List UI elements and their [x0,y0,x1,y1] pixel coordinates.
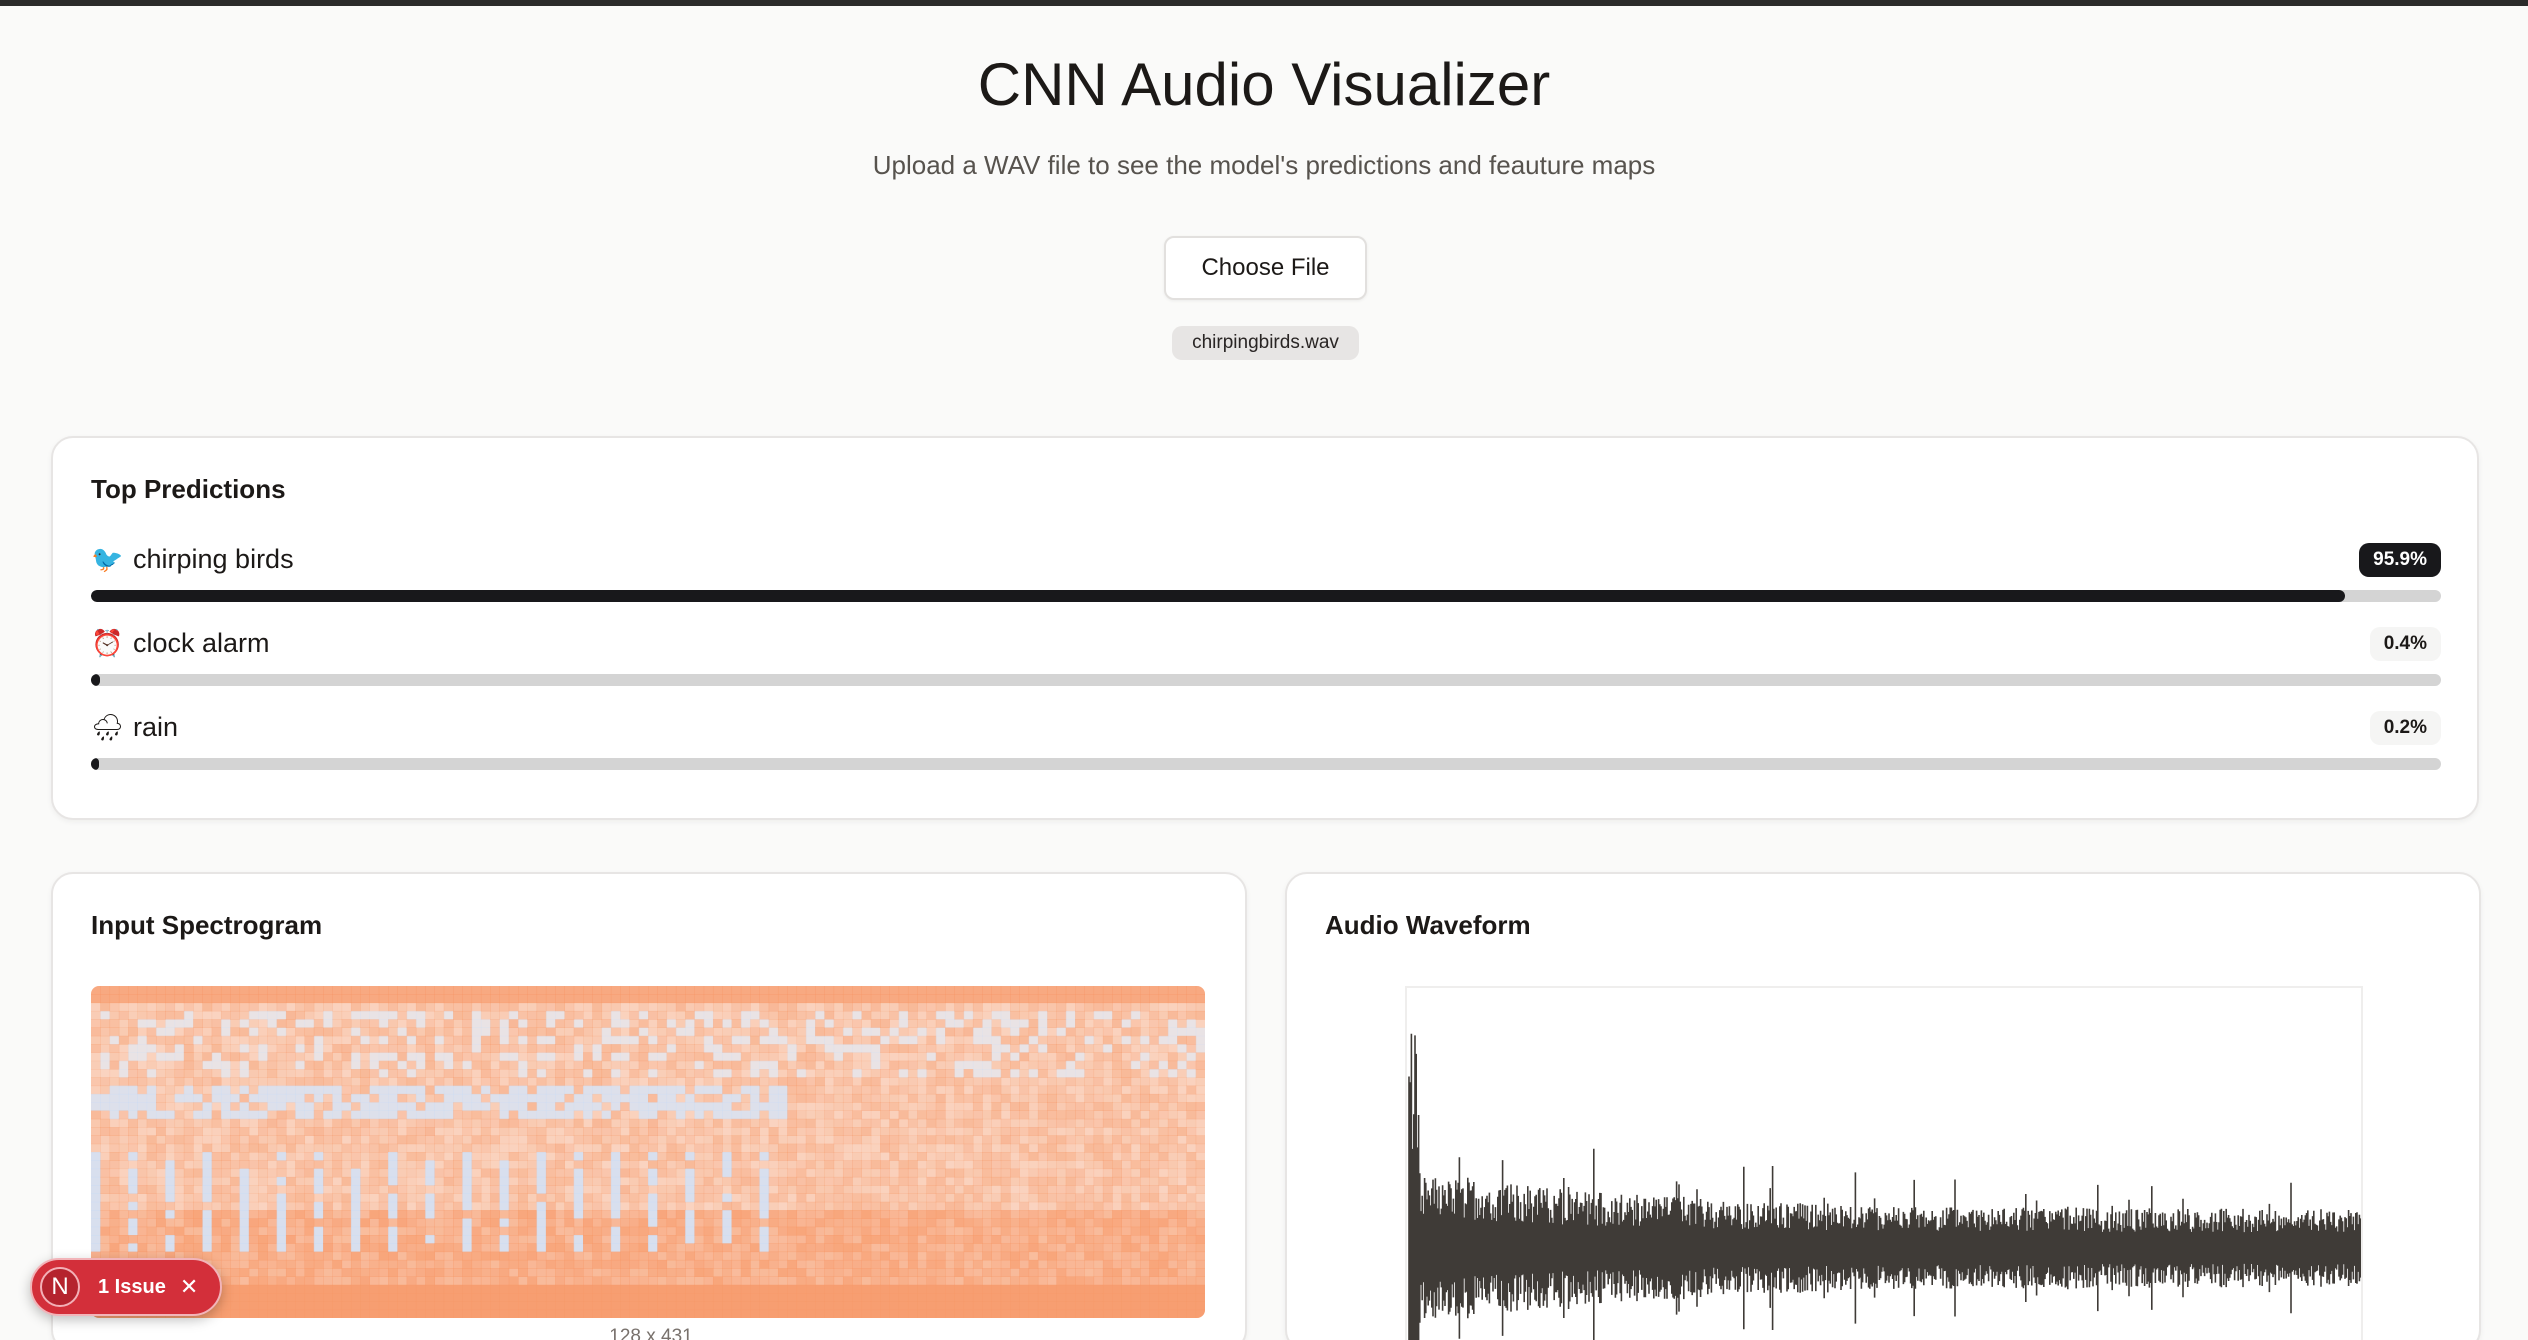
prediction-bar-track [91,674,2441,686]
input-spectrogram-card: Input Spectrogram 128 x 431 [51,872,1247,1340]
prediction-percent-badge: 0.2% [2369,711,2441,745]
input-spectrogram-title: Input Spectrogram [91,910,323,940]
page-title: CNN Audio Visualizer [977,51,1551,118]
prediction-row: 🐦 chirping birds 95.9% [91,542,2441,622]
audio-waveform-card: Audio Waveform [1285,872,2481,1340]
issues-badge[interactable]: N 1 Issue ✕ [30,1258,222,1316]
selected-file-badge: chirpingbirds.wav [1172,326,1359,360]
bird-icon: 🐦 [91,544,124,574]
prediction-label: clock alarm [133,628,270,658]
prediction-bar-track [91,758,2441,770]
audio-waveform-title: Audio Waveform [1325,910,1531,940]
issue-avatar: N [40,1267,80,1307]
rain-cloud-icon: 🌧 [91,712,125,742]
prediction-bar-fill [91,758,100,770]
spectrogram-heatmap [91,986,1205,1318]
choose-file-button[interactable]: Choose File [1164,236,1367,300]
prediction-label: rain [133,712,179,742]
spectrogram-image [91,986,1205,1318]
page-subtitle: Upload a WAV file to see the model's pre… [872,150,1656,180]
prediction-percent-badge: 0.4% [2369,627,2441,661]
prediction-label: chirping birds [133,544,294,574]
prediction-bar-track [91,590,2441,602]
top-predictions-title: Top Predictions [91,474,286,504]
top-predictions-card: Top Predictions 🐦 chirping birds 95.9% ⏰… [51,436,2479,820]
prediction-row: ⏰ clock alarm 0.4% [91,626,2441,706]
top-border [0,0,2528,6]
prediction-bar-fill [91,590,2345,602]
issue-count-label: 1 Issue [98,1275,166,1298]
alarm-clock-icon: ⏰ [91,628,124,658]
prediction-row: 🌧 rain 0.2% [91,710,2441,790]
prediction-bar-fill [91,674,101,686]
prediction-percent-badge: 95.9% [2359,543,2441,577]
waveform-line [1408,1033,2362,1340]
close-icon[interactable]: ✕ [180,1274,198,1300]
spectrogram-dimensions: 128 x 431 [609,1326,693,1340]
waveform-plot [1405,986,2363,1340]
